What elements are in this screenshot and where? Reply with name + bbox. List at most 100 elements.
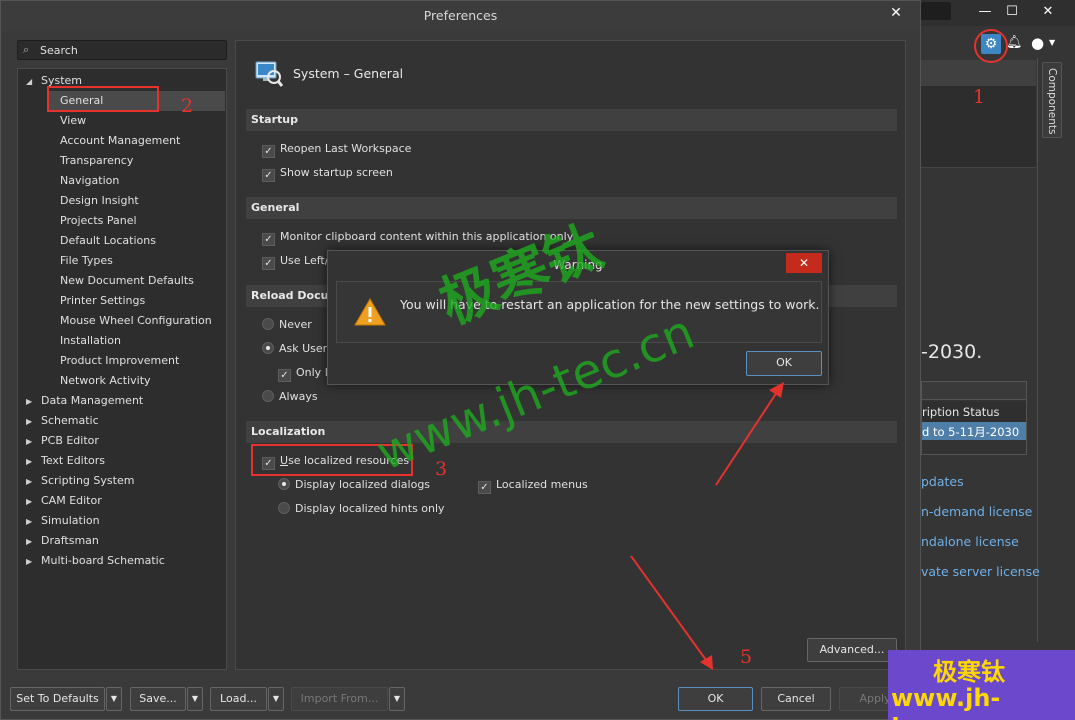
tree-item-data-management[interactable]: Data Management — [41, 391, 143, 411]
advanced-button[interactable]: Advanced... — [807, 638, 897, 662]
minimize-icon[interactable]: — — [973, 3, 997, 21]
annotation-box-localized — [251, 444, 413, 476]
checkbox-checked-icon[interactable]: ✓ — [262, 169, 275, 182]
search-input[interactable] — [40, 43, 220, 57]
close-icon[interactable]: ✕ — [786, 253, 822, 273]
tree-item-multi-board-schematic[interactable]: Multi-board Schematic — [41, 551, 165, 571]
chevron-down-icon[interactable]: ▼ — [106, 687, 122, 711]
watermark-badge-chinese: 极寒钛 — [933, 658, 1005, 686]
tree-item-file-types[interactable]: File Types — [60, 251, 113, 271]
chevron-right-icon[interactable]: ▶ — [26, 557, 32, 566]
bg-link-private-server[interactable]: vate server license — [921, 564, 1040, 579]
maximize-icon[interactable]: ☐ — [1000, 3, 1024, 21]
chevron-right-icon[interactable]: ▶ — [26, 437, 32, 446]
annotation-number-3: 3 — [435, 458, 448, 480]
chevron-right-icon[interactable]: ▶ — [26, 457, 32, 466]
components-tab[interactable]: Components — [1042, 62, 1062, 138]
reload-never-label: Never — [279, 318, 312, 331]
save-button[interactable]: Save... — [130, 687, 186, 711]
only-if-checkbox[interactable]: ✓ Only If — [278, 364, 332, 382]
localized-menus-label: Localized menus — [496, 478, 588, 491]
bg-link-standalone[interactable]: ndalone license — [921, 534, 1019, 549]
reload-ask-radio[interactable]: Ask User — [262, 340, 327, 358]
bg-title-field — [921, 2, 951, 20]
clipboard-checkbox[interactable]: ✓ Monitor clipboard content within this a… — [262, 228, 573, 246]
search-field[interactable]: ⌕ — [17, 40, 227, 60]
ok-button[interactable]: OK — [678, 687, 753, 711]
localized-hints-radio[interactable]: Display localized hints only — [278, 500, 445, 518]
tree-item-pcb-editor[interactable]: PCB Editor — [41, 431, 99, 451]
localized-dialogs-label: Display localized dialogs — [295, 478, 431, 491]
startup-screen-label: Show startup screen — [280, 166, 393, 179]
checkbox-checked-icon[interactable]: ✓ — [278, 369, 291, 382]
chevron-down-icon[interactable]: ▼ — [187, 687, 203, 711]
chevron-down-icon[interactable]: ◢ — [26, 77, 32, 86]
tree-item-mouse-wheel[interactable]: Mouse Wheel Configuration — [60, 311, 212, 331]
chevron-down-icon[interactable]: ▼ — [268, 687, 284, 711]
tree-item-installation[interactable]: Installation — [60, 331, 121, 351]
tree-item-schematic[interactable]: Schematic — [41, 411, 99, 431]
load-button[interactable]: Load... — [210, 687, 267, 711]
chevron-down-icon[interactable]: ▼ — [1049, 38, 1055, 47]
tree-item-new-document-defaults[interactable]: New Document Defaults — [60, 271, 194, 291]
tree-item-account-management[interactable]: Account Management — [60, 131, 180, 151]
tree-item-network-activity[interactable]: Network Activity — [60, 371, 151, 391]
tree-item-transparency[interactable]: Transparency — [60, 151, 133, 171]
radio-icon[interactable] — [262, 390, 274, 402]
radio-icon[interactable] — [262, 318, 274, 330]
tree-item-navigation[interactable]: Navigation — [60, 171, 119, 191]
checkbox-checked-icon[interactable]: ✓ — [262, 145, 275, 158]
reopen-workspace-checkbox[interactable]: ✓ Reopen Last Workspace — [262, 140, 411, 158]
search-icon: ⌕ — [23, 43, 30, 56]
tree-item-simulation[interactable]: Simulation — [41, 511, 100, 531]
checkbox-checked-icon[interactable]: ✓ — [262, 257, 275, 270]
chevron-down-icon[interactable]: ▼ — [389, 687, 405, 711]
localized-menus-checkbox[interactable]: ✓ Localized menus — [478, 476, 588, 494]
system-settings-icon — [255, 61, 284, 87]
bg-license-table: ription Status d to 5-11月-2030 — [921, 381, 1027, 455]
chevron-right-icon[interactable]: ▶ — [26, 417, 32, 426]
close-icon[interactable]: ✕ — [886, 3, 906, 23]
user-icon[interactable]: ● — [1031, 34, 1044, 52]
localized-dialogs-radio[interactable]: Display localized dialogs — [278, 476, 430, 494]
startup-screen-checkbox[interactable]: ✓ Show startup screen — [262, 164, 393, 182]
left-right-checkbox[interactable]: ✓ Use Left/R — [262, 252, 336, 270]
page-title: System – General — [293, 66, 404, 81]
chevron-right-icon[interactable]: ▶ — [26, 497, 32, 506]
section-startup: Startup — [246, 109, 897, 131]
chevron-right-icon[interactable]: ▶ — [26, 397, 32, 406]
chevron-right-icon[interactable]: ▶ — [26, 537, 32, 546]
background-app: — ☐ ✕ ⚙ 🔔︎ ● ▼ Components -2030. ription… — [921, 0, 1075, 720]
tree-item-default-locations[interactable]: Default Locations — [60, 231, 156, 251]
bg-link-updates[interactable]: pdates — [921, 474, 964, 489]
reload-always-radio[interactable]: Always — [262, 388, 318, 406]
set-defaults-button[interactable]: Set To Defaults — [10, 687, 105, 711]
close-icon[interactable]: ✕ — [1036, 3, 1060, 21]
bg-link-on-demand[interactable]: n-demand license — [921, 504, 1032, 519]
dialog-ok-button[interactable]: OK — [746, 351, 822, 376]
cancel-button[interactable]: Cancel — [761, 687, 831, 711]
bg-titlebar: — ☐ ✕ — [921, 0, 1075, 26]
import-from-button[interactable]: Import From... — [291, 687, 388, 711]
tree-item-text-editors[interactable]: Text Editors — [41, 451, 105, 471]
tree-item-view[interactable]: View — [60, 111, 86, 131]
table-row[interactable]: d to 5-11月-2030 — [922, 422, 1026, 440]
tree-item-draftsman[interactable]: Draftsman — [41, 531, 99, 551]
checkbox-checked-icon[interactable]: ✓ — [262, 233, 275, 246]
radio-icon[interactable] — [278, 502, 290, 514]
checkbox-checked-icon[interactable]: ✓ — [478, 481, 491, 494]
section-localization: Localization — [246, 421, 897, 443]
chevron-right-icon[interactable]: ▶ — [26, 517, 32, 526]
tree-item-product-improvement[interactable]: Product Improvement — [60, 351, 179, 371]
bell-icon[interactable]: 🔔︎ — [1006, 35, 1023, 50]
tree-item-printer-settings[interactable]: Printer Settings — [60, 291, 145, 311]
tree-item-design-insight[interactable]: Design Insight — [60, 191, 139, 211]
reload-never-radio[interactable]: Never — [262, 316, 312, 334]
radio-selected-icon[interactable] — [262, 342, 274, 354]
components-tab-label: Components — [1046, 68, 1058, 135]
tree-item-cam-editor[interactable]: CAM Editor — [41, 491, 102, 511]
tree-item-scripting-system[interactable]: Scripting System — [41, 471, 134, 491]
tree-item-projects-panel[interactable]: Projects Panel — [60, 211, 137, 231]
chevron-right-icon[interactable]: ▶ — [26, 477, 32, 486]
radio-selected-icon[interactable] — [278, 478, 290, 490]
